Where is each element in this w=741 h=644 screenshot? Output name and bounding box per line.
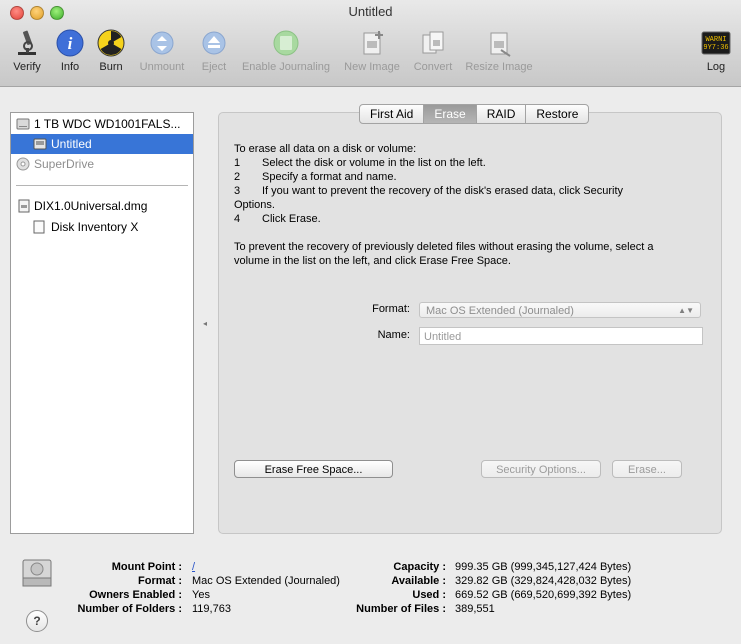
tab-first-aid[interactable]: First Aid <box>360 105 425 123</box>
resize-image-icon <box>490 32 511 57</box>
format-select[interactable]: Mac OS Extended (Journaled) ▲▼ <box>419 302 701 318</box>
erase-step-1: 1 Select the disk or volume in the list o… <box>234 157 486 169</box>
mounted-volume-icon <box>33 220 45 234</box>
sidebar-divider <box>16 185 188 186</box>
erase-intro: To erase all data on a disk or volume: <box>234 143 417 155</box>
eject-button[interactable]: Eject <box>198 28 230 73</box>
available-value: 329.82 GB (329,824,428,032 Bytes) <box>455 575 632 587</box>
available-label: Available : <box>391 575 446 587</box>
info-button[interactable]: i Info <box>54 28 86 73</box>
erase-button[interactable]: Erase... <box>612 460 682 478</box>
console-log-icon: WARNI 9Y7:36 <box>701 31 731 55</box>
owners-enabled-value: Yes <box>192 589 210 601</box>
window-title: Untitled <box>348 4 393 19</box>
mount-point-link[interactable]: / <box>192 561 195 573</box>
tab-erase[interactable]: Erase <box>424 105 477 123</box>
tab-raid[interactable]: RAID <box>477 105 527 123</box>
format-info-value: Mac OS Extended (Journaled) <box>192 575 340 587</box>
hard-disk-icon <box>16 118 30 130</box>
format-info-label: Format : <box>138 575 182 587</box>
erase-step-2: 2 Specify a format and name. <box>234 171 397 183</box>
device-item-dmg[interactable]: DIX1.0Universal.dmg <box>11 196 193 216</box>
name-field[interactable]: Untitled <box>419 327 703 345</box>
toolbar: Untitled Verify i Info Burn Unmount Ejec… <box>0 0 741 87</box>
info-icon: i <box>56 29 84 57</box>
owners-enabled-label: Owners Enabled : <box>89 589 182 601</box>
capacity-label: Capacity : <box>393 561 446 573</box>
journal-icon <box>273 30 299 56</box>
device-item-untitled[interactable]: Untitled <box>11 134 193 154</box>
tab-restore[interactable]: Restore <box>526 105 588 123</box>
device-item-superdrive[interactable]: SuperDrive <box>11 154 193 174</box>
capacity-value: 999.35 GB (999,345,127,424 Bytes) <box>455 561 632 573</box>
device-item-disk-inventory[interactable]: Disk Inventory X <box>11 217 193 237</box>
svg-text:9Y7:36: 9Y7:36 <box>703 44 728 52</box>
erase-step-4: 4 Click Erase. <box>234 213 321 225</box>
files-count-label: Number of Files : <box>356 603 446 615</box>
enable-journaling-button[interactable]: Enable Journaling <box>238 28 334 73</box>
tab-bar: First Aid Erase RAID Restore <box>359 104 590 124</box>
optical-drive-icon <box>16 157 30 171</box>
erase-free-space-button[interactable]: Erase Free Space... <box>234 460 393 478</box>
radiation-icon <box>97 29 125 57</box>
erase-step-3-cont: Options. <box>234 199 275 211</box>
disk-image-icon <box>18 199 30 213</box>
erase-step-3: 3 If you want to prevent the recovery of … <box>234 185 623 197</box>
files-count-value: 389,551 <box>455 603 495 615</box>
mount-point-label: Mount Point : <box>111 561 182 573</box>
help-button[interactable]: ? <box>26 610 48 632</box>
security-options-button[interactable]: Security Options... <box>481 460 601 478</box>
used-label: Used : <box>412 589 446 601</box>
format-label: Format: <box>372 303 410 315</box>
svg-text:i: i <box>68 34 73 53</box>
folders-count-label: Number of Folders : <box>77 603 182 615</box>
convert-button[interactable]: Convert <box>410 28 456 73</box>
microscope-icon <box>18 30 36 55</box>
svg-text:WARNI: WARNI <box>705 36 726 44</box>
convert-icon <box>422 31 444 54</box>
new-image-button[interactable]: New Image <box>342 28 402 73</box>
eject-icon <box>202 31 226 55</box>
split-view-handle[interactable]: ◂ <box>203 319 207 328</box>
disk-utility-window: Untitled Verify i Info Burn Unmount Ejec… <box>0 0 741 644</box>
resize-image-button[interactable]: Resize Image <box>463 28 535 73</box>
select-arrows-icon: ▲▼ <box>678 306 694 315</box>
free-space-help-1: To prevent the recovery of previously de… <box>234 241 654 253</box>
used-value: 669.52 GB (669,520,699,392 Bytes) <box>455 589 632 601</box>
volume-icon <box>33 138 47 150</box>
unmount-icon <box>150 31 174 55</box>
unmount-button[interactable]: Unmount <box>136 28 188 73</box>
verify-button[interactable]: Verify <box>8 28 46 73</box>
device-item-hard-disk[interactable]: 1 TB WDC WD1001FALS... <box>11 114 193 134</box>
device-list[interactable]: 1 TB WDC WD1001FALS... Untitled SuperDri… <box>10 112 194 534</box>
new-image-icon <box>363 31 383 55</box>
burn-button[interactable]: Burn <box>94 28 128 73</box>
log-button[interactable]: WARNI 9Y7:36 Log <box>698 28 734 73</box>
name-label: Name: <box>377 329 410 341</box>
hard-disk-icon <box>22 559 52 587</box>
free-space-help-2: volume in the list on the left, and clic… <box>234 255 511 267</box>
folders-count-value: 119,763 <box>192 603 231 615</box>
